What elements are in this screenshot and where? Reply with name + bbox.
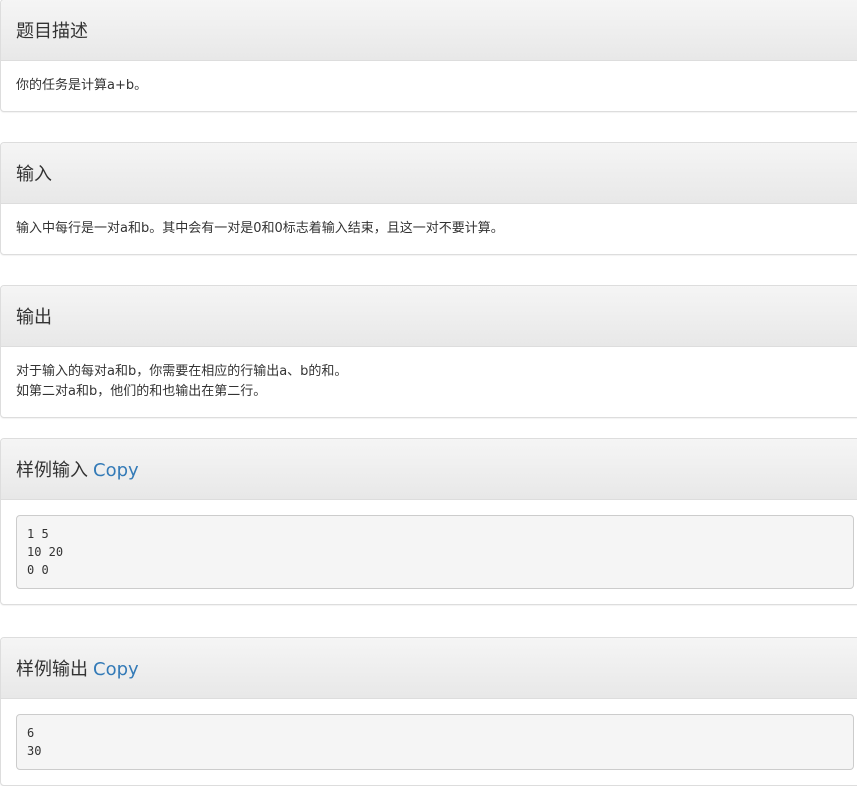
sample-input-title: 样例输入 Copy: [16, 456, 139, 482]
output-body: 对于输入的每对a和b，你需要在相应的行输出a、b的和。 如第二对a和b，他们的和…: [1, 347, 857, 417]
description-text: 你的任务是计算a+b。: [16, 78, 148, 93]
sample-output-code: 6 30: [16, 714, 854, 770]
sample-output-copy-link[interactable]: Copy: [93, 659, 139, 680]
description-panel: 题目描述 你的任务是计算a+b。: [0, 0, 857, 112]
input-title: 输入: [16, 164, 52, 185]
output-text-line-1: 对于输入的每对a和b，你需要在相应的行输出a、b的和。: [16, 364, 348, 379]
sample-output-body: 6 30: [1, 699, 857, 785]
input-body: 输入中每行是一对a和b。其中会有一对是0和0标志着输入结束，且这一对不要计算。: [1, 204, 857, 254]
sample-output-title-text: 样例输出: [16, 659, 88, 680]
sample-input-copy-link[interactable]: Copy: [93, 460, 139, 481]
description-title: 题目描述: [16, 21, 88, 42]
sample-input-title-text: 样例输入: [16, 460, 88, 481]
output-heading: 输出: [1, 286, 857, 347]
output-text-line-2: 如第二对a和b，他们的和也输出在第二行。: [16, 384, 267, 399]
sample-input-body: 1 5 10 20 0 0: [1, 500, 857, 604]
sample-output-title: 样例输出 Copy: [16, 655, 139, 681]
input-heading: 输入: [1, 143, 857, 204]
output-panel: 输出 对于输入的每对a和b，你需要在相应的行输出a、b的和。 如第二对a和b，他…: [0, 285, 857, 418]
sample-input-code: 1 5 10 20 0 0: [16, 515, 854, 589]
description-heading: 题目描述: [1, 0, 857, 61]
output-title: 输出: [16, 307, 52, 328]
sample-output-panel: 样例输出 Copy 6 30: [0, 637, 857, 786]
input-panel: 输入 输入中每行是一对a和b。其中会有一对是0和0标志着输入结束，且这一对不要计…: [0, 142, 857, 255]
description-body: 你的任务是计算a+b。: [1, 61, 857, 111]
input-text: 输入中每行是一对a和b。其中会有一对是0和0标志着输入结束，且这一对不要计算。: [16, 221, 504, 236]
sample-input-heading: 样例输入 Copy: [1, 439, 857, 500]
sample-output-heading: 样例输出 Copy: [1, 638, 857, 699]
sample-input-panel: 样例输入 Copy 1 5 10 20 0 0: [0, 438, 857, 605]
